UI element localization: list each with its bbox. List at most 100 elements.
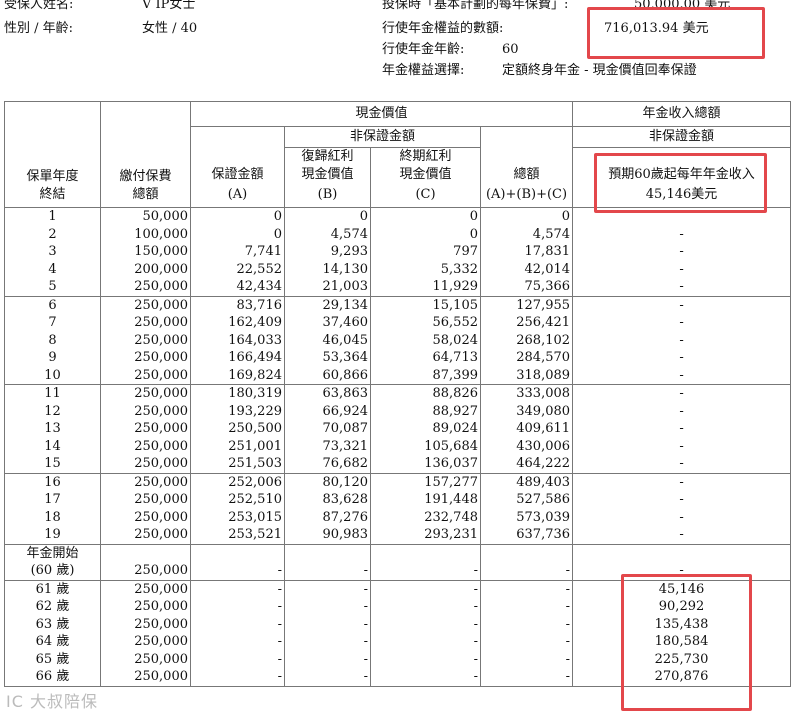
cell-terminal: -	[370, 615, 481, 633]
cell-year: 8	[4, 331, 101, 349]
empty-cell	[370, 543, 481, 562]
cell-total: 17,831	[479, 243, 574, 261]
cell-terminal: -	[370, 579, 481, 598]
cell-terminal: 58,024	[370, 331, 481, 349]
premium-label: 投保時「基本計劃的每年保費」:	[382, 0, 569, 12]
cell-premium: 250,000	[100, 349, 191, 367]
cell-premium: 250,000	[100, 650, 191, 668]
cell-year: 65 歲	[4, 650, 101, 668]
col-header-premium: 繳付保費總額	[100, 101, 191, 208]
cell-terminal: 191,448	[370, 491, 481, 509]
cell-guaranteed: 166,494	[190, 349, 285, 367]
cell-premium: 250,000	[100, 402, 191, 420]
cell-reversionary: 60,866	[284, 366, 371, 385]
table-row: 10 250,000 169,824 60,866 87,399 318,089-	[4, 366, 792, 385]
cell-guaranteed: 253,521	[190, 526, 285, 544]
col-header-guaranteed: 保證金額 (A)	[190, 126, 285, 208]
empty-cell	[572, 543, 792, 562]
cell-year: 66 歲	[4, 668, 101, 687]
cell-annuity: -	[572, 526, 792, 544]
cell-terminal: -	[370, 562, 481, 580]
empty-cell	[190, 543, 285, 562]
cell-total: 256,421	[479, 314, 574, 332]
cell-terminal: 88,927	[370, 402, 481, 420]
cell-reversionary: 87,276	[284, 508, 371, 526]
cell-reversionary: -	[284, 579, 371, 598]
cell-annuity: -	[572, 491, 792, 509]
cell-year: 19	[4, 526, 101, 544]
cell-year: (60 歲)	[4, 562, 101, 580]
cell-guaranteed: -	[190, 668, 285, 687]
table-row: 11 250,000 180,319 63,863 88,826 333,008-	[4, 384, 792, 403]
cell-guaranteed: 83,716	[190, 295, 285, 314]
cell-terminal: 88,826	[370, 384, 481, 403]
cell-annuity: -	[572, 472, 792, 491]
gender-age-label: 性別 / 年齡:	[4, 21, 74, 36]
cell-guaranteed: -	[190, 598, 285, 616]
cell-total: -	[479, 650, 574, 668]
cell-terminal: 5,332	[370, 260, 481, 278]
cell-premium: 250,000	[100, 420, 191, 438]
cell-total: -	[479, 598, 574, 616]
cell-premium: 250,000	[100, 562, 191, 580]
annuity-option-label: 年金權益選擇:	[382, 63, 465, 78]
cell-premium: 250,000	[100, 384, 191, 403]
annuity-option-value: 定額終身年金 - 現金價值回奉保證	[502, 63, 697, 78]
non-guaranteed-header-1: 非保證金額	[284, 126, 481, 148]
cell-reversionary: 80,120	[284, 472, 371, 491]
empty-cell	[479, 543, 574, 562]
col-header-total: 總額 (A)+(B)+(C)	[479, 126, 574, 208]
table-row: 2 100,000 0 4,574 0 4,574-	[4, 225, 792, 243]
cell-year: 1	[4, 207, 101, 226]
cell-annuity: -	[572, 437, 792, 455]
cell-year: 3	[4, 243, 101, 261]
cell-total: 637,736	[479, 526, 574, 544]
cell-reversionary: 90,983	[284, 526, 371, 544]
cell-guaranteed: 253,015	[190, 508, 285, 526]
cell-reversionary: 21,003	[284, 278, 371, 296]
empty-cell	[284, 543, 371, 562]
cell-annuity: -	[572, 314, 792, 332]
cell-year: 61 歲	[4, 579, 101, 598]
cell-guaranteed: 22,552	[190, 260, 285, 278]
cell-reversionary: 66,924	[284, 402, 371, 420]
cell-premium: 200,000	[100, 260, 191, 278]
cell-year: 12	[4, 402, 101, 420]
cell-premium: 250,000	[100, 472, 191, 491]
cell-reversionary: 73,321	[284, 437, 371, 455]
cell-total: 318,089	[479, 366, 574, 385]
highlight-box-annuity-payments	[621, 574, 752, 711]
table-row: 6 250,000 83,716 29,134 15,105 127,955-	[4, 295, 792, 314]
col-header-terminal: 終期紅利現金價值 (C)	[370, 147, 481, 208]
cell-reversionary: 53,364	[284, 349, 371, 367]
cell-terminal: 293,231	[370, 526, 481, 544]
cell-guaranteed: -	[190, 633, 285, 651]
cell-reversionary: 37,460	[284, 314, 371, 332]
cell-annuity: -	[572, 366, 792, 385]
cell-total: 489,403	[479, 472, 574, 491]
cell-guaranteed: -	[190, 650, 285, 668]
cell-terminal: -	[370, 633, 481, 651]
cell-guaranteed: 252,510	[190, 491, 285, 509]
cell-year: 9	[4, 349, 101, 367]
cell-terminal: 105,684	[370, 437, 481, 455]
cell-premium: 250,000	[100, 331, 191, 349]
cell-guaranteed: 0	[190, 207, 285, 226]
cell-guaranteed: 180,319	[190, 384, 285, 403]
cell-premium: 250,000	[100, 633, 191, 651]
cell-total: 4,574	[479, 225, 574, 243]
table-row: 9 250,000 166,494 53,364 64,713 284,570-	[4, 349, 792, 367]
cell-terminal: -	[370, 668, 481, 687]
cell-premium: 250,000	[100, 598, 191, 616]
cell-terminal: 0	[370, 207, 481, 226]
cell-total: 333,008	[479, 384, 574, 403]
col-header-year: 保單年度終結	[4, 101, 101, 208]
cell-year: 5	[4, 278, 101, 296]
cell-year: 2	[4, 225, 101, 243]
cell-terminal: -	[370, 598, 481, 616]
cell-terminal: 64,713	[370, 349, 481, 367]
table-row: 12 250,000 193,229 66,924 88,927 349,080-	[4, 402, 792, 420]
cell-total: 0	[479, 207, 574, 226]
cell-year: 7	[4, 314, 101, 332]
table-row: 4 200,000 22,552 14,130 5,332 42,014-	[4, 260, 792, 278]
